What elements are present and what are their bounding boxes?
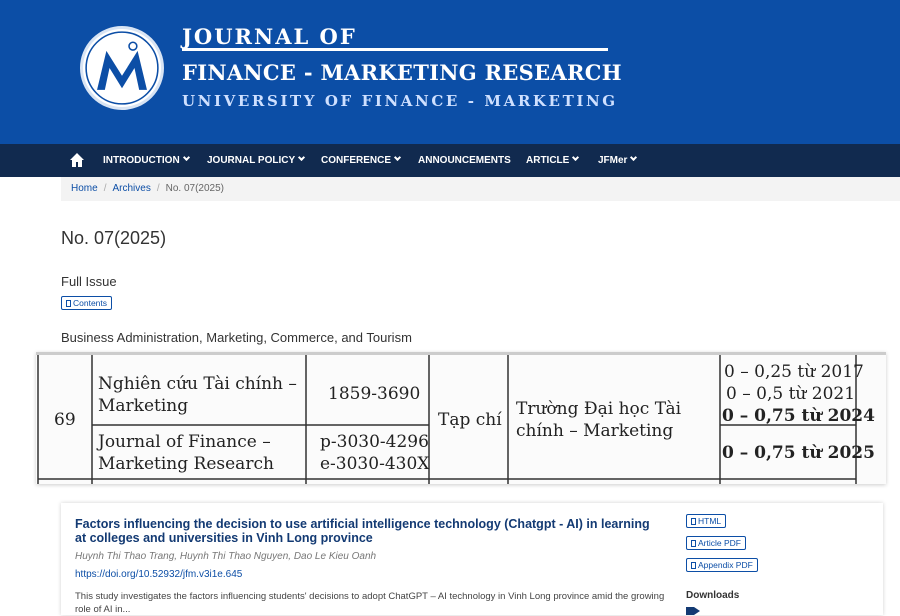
nav-jfmer-label: JFMer	[598, 155, 628, 166]
contents-button[interactable]: Contents	[61, 296, 113, 310]
nav-journal-policy[interactable]: JOURNAL POLICY	[207, 144, 306, 177]
downloads-label: Downloads	[686, 590, 740, 601]
nav-announcements[interactable]: ANNOUNCEMENTS	[418, 144, 511, 177]
main-navbar: INTRODUCTION JOURNAL POLICY CONFERENCE A…	[0, 144, 900, 177]
journal-title-line1: JOURNAL OF	[182, 24, 357, 49]
nav-jfmer[interactable]: JFMer	[598, 144, 638, 177]
article-title[interactable]: Factors influencing the decision to use …	[75, 517, 655, 545]
file-icon	[691, 518, 696, 525]
title-divider	[182, 48, 608, 51]
breadcrumb: Home / Archives / No. 07(2025)	[61, 177, 900, 201]
file-icon	[691, 540, 696, 547]
nav-conference-label: CONFERENCE	[321, 155, 392, 166]
chevron-down-icon	[298, 153, 306, 162]
nav-introduction-label: INTRODUCTION	[103, 155, 180, 166]
page-title: No. 07(2025)	[61, 228, 167, 248]
nav-conference[interactable]: CONFERENCE	[321, 144, 402, 177]
chevron-down-icon	[393, 153, 402, 162]
nav-journal-policy-label: JOURNAL POLICY	[207, 155, 296, 166]
publisher-line1: Trường Đại học Tài	[516, 399, 682, 419]
university-logo[interactable]	[80, 26, 164, 110]
issn-online: e-3030-430X	[320, 454, 430, 474]
appendix-pdf-button-label: Appendix PDF	[698, 560, 753, 570]
row-number: 69	[54, 410, 76, 430]
file-icon	[66, 300, 71, 307]
download-chart-icon	[686, 607, 700, 615]
html-button[interactable]: HTML	[686, 514, 727, 528]
chevron-down-icon	[182, 153, 190, 162]
nav-introduction[interactable]: INTRODUCTION	[103, 144, 190, 177]
article-pdf-button-label: Article PDF	[698, 538, 741, 548]
breadcrumb-archives[interactable]: Archives	[112, 183, 150, 194]
breadcrumb-home[interactable]: Home	[71, 183, 98, 194]
breadcrumb-separator: /	[103, 183, 107, 194]
html-button-label: HTML	[698, 516, 722, 526]
points-2024: 0 – 0,75 từ 2024	[722, 406, 875, 426]
site-header: JOURNAL OF FINANCE - MARKETING RESEARCH …	[0, 0, 900, 144]
points-2025: 0 – 0,75 từ 2025	[722, 443, 875, 463]
section-title: Business Administration, Marketing, Comm…	[61, 330, 412, 345]
file-icon	[691, 562, 696, 569]
journal-title-line2: FINANCE - MARKETING RESEARCH	[182, 60, 622, 85]
chevron-down-icon	[630, 153, 638, 162]
university-logo-icon	[85, 31, 159, 105]
article-abstract: This study investigates the factors infl…	[75, 591, 665, 615]
article-pdf-button[interactable]: Article PDF	[686, 536, 746, 550]
university-name: UNIVERSITY OF FINANCE - MARKETING	[182, 92, 618, 110]
points-2017: 0 – 0,25 từ 2017	[724, 362, 864, 382]
contents-button-label: Contents	[73, 298, 108, 308]
nav-announcements-label: ANNOUNCEMENTS	[418, 155, 511, 166]
publisher-line2: chính – Marketing	[516, 421, 674, 441]
points-2021: 0 – 0,5 từ 2021	[726, 384, 856, 404]
home-icon[interactable]	[69, 152, 85, 168]
scanned-journal-table: 69 Nghiên cứu Tài chính – Marketing 1859…	[36, 352, 886, 484]
breadcrumb-separator: /	[156, 183, 160, 194]
article-card: Factors influencing the decision to use …	[61, 503, 883, 615]
article-authors: Huynh Thi Thao Trang, Huynh Thi Thao Ngu…	[75, 551, 377, 562]
chevron-down-icon	[572, 153, 580, 162]
nav-article[interactable]: ARTICLE	[526, 144, 580, 177]
publication-type: Tạp chí	[438, 410, 502, 430]
journal-name-en-line1: Journal of Finance –	[98, 432, 271, 452]
journal-name-en-line2: Marketing Research	[98, 454, 274, 474]
nav-article-label: ARTICLE	[526, 155, 570, 166]
journal-name-vi-line2: Marketing	[98, 396, 189, 416]
issn-print: p-3030-4296	[320, 432, 429, 452]
breadcrumb-current: No. 07(2025)	[165, 183, 224, 194]
issn-vi: 1859-3690	[328, 384, 421, 404]
journal-name-vi-line1: Nghiên cứu Tài chính –	[98, 374, 297, 394]
article-doi-link[interactable]: https://doi.org/10.52932/jfm.v3i1e.645	[75, 569, 242, 580]
full-issue-heading: Full Issue	[61, 274, 117, 289]
appendix-pdf-button[interactable]: Appendix PDF	[686, 558, 758, 572]
